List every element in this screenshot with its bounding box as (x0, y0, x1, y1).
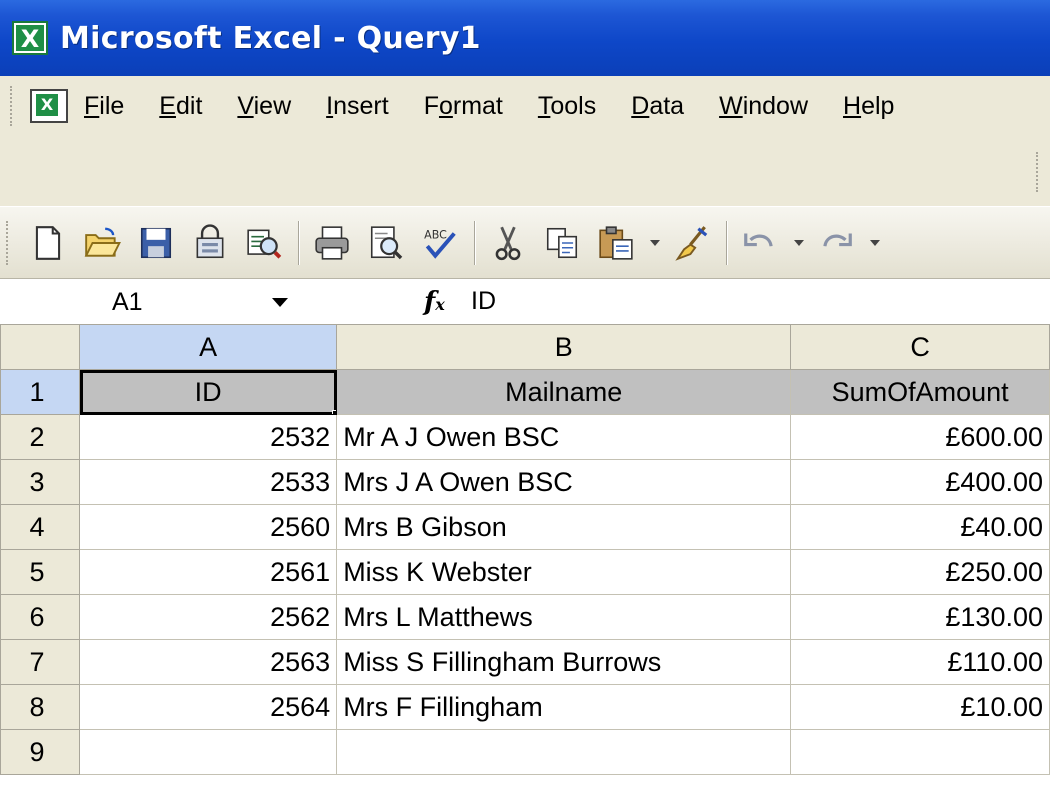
menu-insert[interactable]: Insert (326, 92, 389, 121)
format-painter-icon[interactable] (670, 221, 714, 265)
window-title: Microsoft Excel - Query1 (60, 20, 481, 56)
row-header[interactable]: 6 (0, 594, 81, 640)
title-bar: X Microsoft Excel - Query1 (0, 0, 1050, 76)
fill-handle[interactable] (332, 410, 336, 414)
name-box-value[interactable]: A1 (112, 288, 143, 317)
redo-icon[interactable] (814, 221, 858, 265)
column-header-c[interactable]: C (790, 324, 1050, 370)
menu-data[interactable]: Data (631, 92, 684, 121)
table-row: 2 2532 Mr A J Owen BSC £600.00 (0, 414, 1050, 460)
row-header[interactable]: 8 (0, 684, 81, 730)
cell-amount[interactable]: £40.00 (790, 504, 1050, 550)
cell-id[interactable]: 2560 (79, 504, 338, 550)
cell-amount[interactable]: £600.00 (790, 414, 1050, 460)
workbook-icon[interactable]: X (30, 89, 68, 123)
row-header[interactable]: 9 (0, 729, 81, 775)
print-preview-icon[interactable] (364, 221, 408, 265)
menu-file[interactable]: File (84, 92, 124, 121)
menu-format[interactable]: Format (424, 92, 503, 121)
insert-function-icon[interactable]: fx (424, 287, 445, 317)
menu-grip[interactable] (10, 86, 16, 126)
table-row: 4 2560 Mrs B Gibson £40.00 (0, 504, 1050, 550)
cell-c1[interactable]: SumOfAmount (790, 369, 1050, 415)
svg-text:ABC: ABC (424, 228, 447, 241)
cell-mailname[interactable]: Miss S Fillingham Burrows (336, 639, 792, 685)
cell-amount[interactable] (790, 729, 1050, 775)
cell-mailname[interactable]: Mrs B Gibson (336, 504, 792, 550)
cell-id[interactable] (79, 729, 338, 775)
redo-dropdown[interactable] (868, 240, 882, 246)
formula-input[interactable]: ID (471, 287, 496, 316)
row-header[interactable]: 2 (0, 414, 81, 460)
cell-amount[interactable]: £10.00 (790, 684, 1050, 730)
cut-icon[interactable] (486, 221, 530, 265)
column-header-b[interactable]: B (336, 324, 792, 370)
cell-amount[interactable]: £110.00 (790, 639, 1050, 685)
paste-options-dropdown[interactable] (648, 240, 662, 246)
undo-icon[interactable] (738, 221, 782, 265)
row-header[interactable]: 3 (0, 459, 81, 505)
toolbar-grip[interactable] (1036, 152, 1042, 192)
cell-a1[interactable]: ID (79, 369, 338, 415)
cell-id[interactable]: 2562 (79, 594, 338, 640)
cell-id[interactable]: 2564 (79, 684, 338, 730)
name-box-dropdown[interactable] (272, 298, 288, 307)
cell-amount[interactable]: £400.00 (790, 459, 1050, 505)
row-header[interactable]: 4 (0, 504, 81, 550)
menu-help[interactable]: Help (843, 92, 894, 121)
cell-id[interactable]: 2561 (79, 549, 338, 595)
cell-a1-text: ID (194, 376, 222, 407)
cell-mailname[interactable]: Mrs L Matthews (336, 594, 792, 640)
row-header[interactable]: 7 (0, 639, 81, 685)
cell-amount[interactable]: £250.00 (790, 549, 1050, 595)
worksheet-grid[interactable]: A B C 1 ID Mailname SumOfAmount 2 2532 Mr … (0, 324, 1050, 789)
table-row: 3 2533 Mrs J A Owen BSC £400.00 (0, 459, 1050, 505)
cell-mailname[interactable]: Mr A J Owen BSC (336, 414, 792, 460)
cell-id[interactable]: 2532 (79, 414, 338, 460)
name-box[interactable]: A1 (0, 279, 298, 325)
row-header[interactable]: 1 (0, 369, 81, 415)
menu-view[interactable]: View (237, 92, 291, 121)
print-icon[interactable] (310, 221, 354, 265)
table-row: 8 2564 Mrs F Fillingham £10.00 (0, 684, 1050, 730)
cell-mailname[interactable]: Mrs F Fillingham (336, 684, 792, 730)
table-row: 7 2563 Miss S Fillingham Burrows £110.00 (0, 639, 1050, 685)
save-icon[interactable] (134, 221, 178, 265)
row-header[interactable]: 5 (0, 549, 81, 595)
cell-mailname[interactable] (336, 729, 792, 775)
cell-b1[interactable]: Mailname (336, 369, 792, 415)
menu-tools[interactable]: Tools (538, 92, 596, 121)
cell-mailname[interactable]: Mrs J A Owen BSC (336, 459, 792, 505)
table-row: 9 (0, 729, 1050, 775)
toolbar-separator (726, 220, 728, 265)
permission-icon[interactable] (188, 221, 232, 265)
menu-edit[interactable]: Edit (159, 92, 202, 121)
copy-icon[interactable] (540, 221, 584, 265)
cell-id[interactable]: 2563 (79, 639, 338, 685)
research-icon[interactable] (242, 221, 286, 265)
cell-mailname[interactable]: Miss K Webster (336, 549, 792, 595)
open-icon[interactable] (80, 221, 124, 265)
new-icon[interactable] (26, 221, 70, 265)
toolbar-separator (474, 220, 476, 265)
paste-icon[interactable] (594, 221, 638, 265)
menu-bar: X File Edit View Insert Format Tools Data Windo… (0, 76, 1050, 136)
undo-dropdown[interactable] (792, 240, 806, 246)
cell-id[interactable]: 2533 (79, 459, 338, 505)
standard-toolbar-grip[interactable] (6, 220, 12, 265)
table-row: 6 2562 Mrs L Matthews £130.00 (0, 594, 1050, 640)
cell-amount[interactable]: £130.00 (790, 594, 1050, 640)
menu-window[interactable]: Window (719, 92, 808, 121)
formula-bar: A1 fx ID (0, 278, 1050, 324)
spelling-icon[interactable]: ABC (418, 221, 462, 265)
select-all-corner[interactable] (0, 324, 81, 370)
table-row: 5 2561 Miss K Webster £250.00 (0, 549, 1050, 595)
toolbar-separator (298, 220, 300, 265)
standard-toolbar: ABC (0, 206, 1050, 278)
column-header-a[interactable]: A (79, 324, 338, 370)
excel-app-icon[interactable]: X (12, 21, 48, 55)
toolbar-strip (0, 136, 1050, 206)
